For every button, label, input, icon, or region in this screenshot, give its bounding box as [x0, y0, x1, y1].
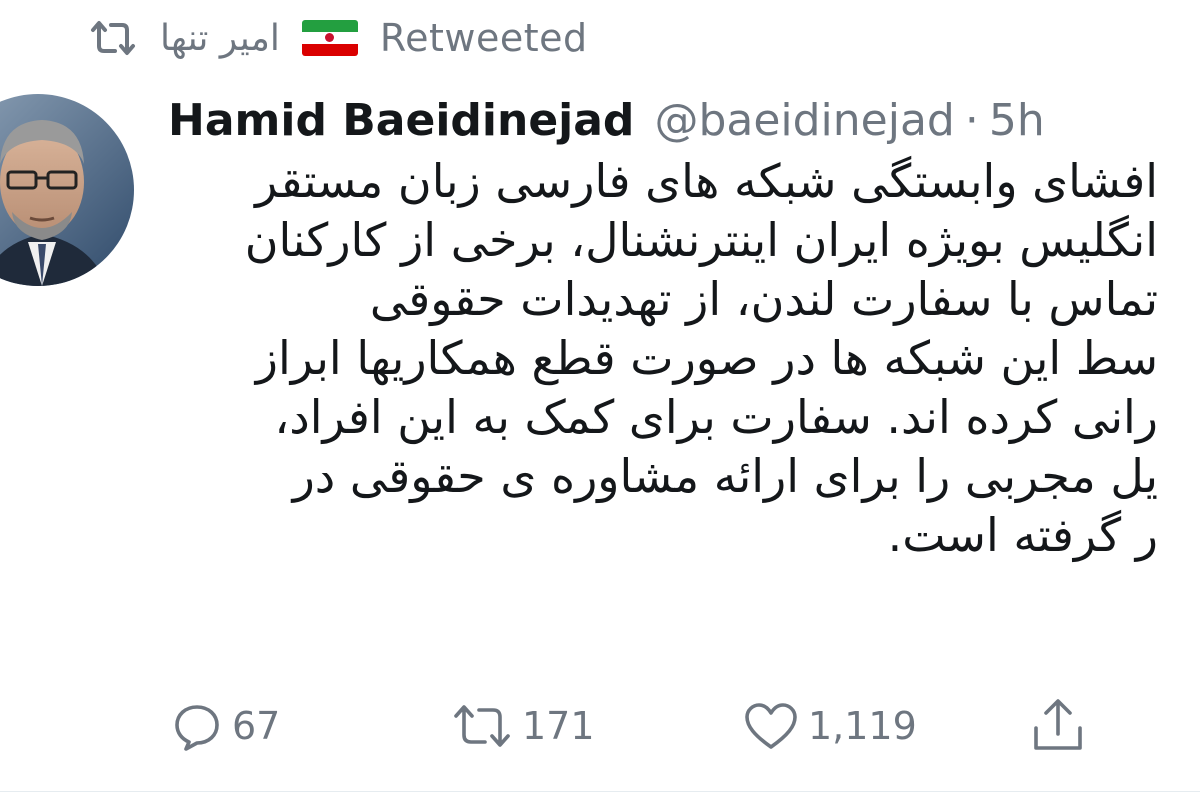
- reply-icon: [170, 699, 224, 753]
- divider: [0, 791, 1200, 792]
- tweet-body-line: سط این شبکه ها در صورت قطع همکاریها ابرا…: [255, 331, 1158, 385]
- tweet-body: افشای وابستگی شبکه های فارسی زبان مستقر …: [0, 152, 1158, 565]
- retweet-banner: امیر تنها Retweeted: [88, 12, 588, 64]
- tweet-body-line: انگلیس بویژه ایران اینترنشنال، برخی از ک…: [244, 213, 1158, 267]
- tweet-header: Hamid Baeidinejad @baeidinejad · 5h: [168, 88, 1045, 152]
- retweet-icon: [88, 18, 138, 58]
- retweet-button[interactable]: 171: [450, 690, 595, 762]
- retweet-count: 171: [522, 704, 595, 748]
- share-icon: [1030, 696, 1086, 756]
- tweet-actions: 67 171 1,119: [0, 690, 1200, 762]
- retweeted-label: Retweeted: [379, 16, 588, 60]
- retweeter-name[interactable]: امیر تنها: [160, 18, 280, 59]
- tweet-card[interactable]: امیر تنها Retweeted Hamid Baeidinejad @b…: [0, 0, 1200, 800]
- timestamp[interactable]: 5h: [989, 95, 1045, 146]
- iran-flag-icon: [301, 20, 358, 56]
- separator-dot: ·: [964, 94, 979, 146]
- like-button[interactable]: 1,119: [742, 690, 917, 762]
- author-handle[interactable]: @baeidinejad: [654, 95, 954, 146]
- tweet-body-line: یل مجربی را برای ارائه مشاوره ی حقوقی در: [292, 449, 1158, 503]
- retweet-icon: [450, 699, 514, 753]
- author-name[interactable]: Hamid Baeidinejad: [168, 95, 634, 146]
- share-button[interactable]: [1030, 690, 1086, 762]
- tweet-body-line: رانی کرده اند. سفارت برای کمک به این افر…: [274, 390, 1158, 444]
- heart-icon: [742, 699, 800, 753]
- reply-count: 67: [232, 704, 281, 748]
- tweet-body-line: تماس با سفارت لندن، از تهدیدات حقوقی: [369, 272, 1158, 326]
- like-count: 1,119: [808, 704, 917, 748]
- reply-button[interactable]: 67: [170, 690, 280, 762]
- tweet-body-line: افشای وابستگی شبکه های فارسی زبان مستقر: [255, 154, 1158, 208]
- tweet-body-line: ر گرفته است.: [887, 508, 1158, 562]
